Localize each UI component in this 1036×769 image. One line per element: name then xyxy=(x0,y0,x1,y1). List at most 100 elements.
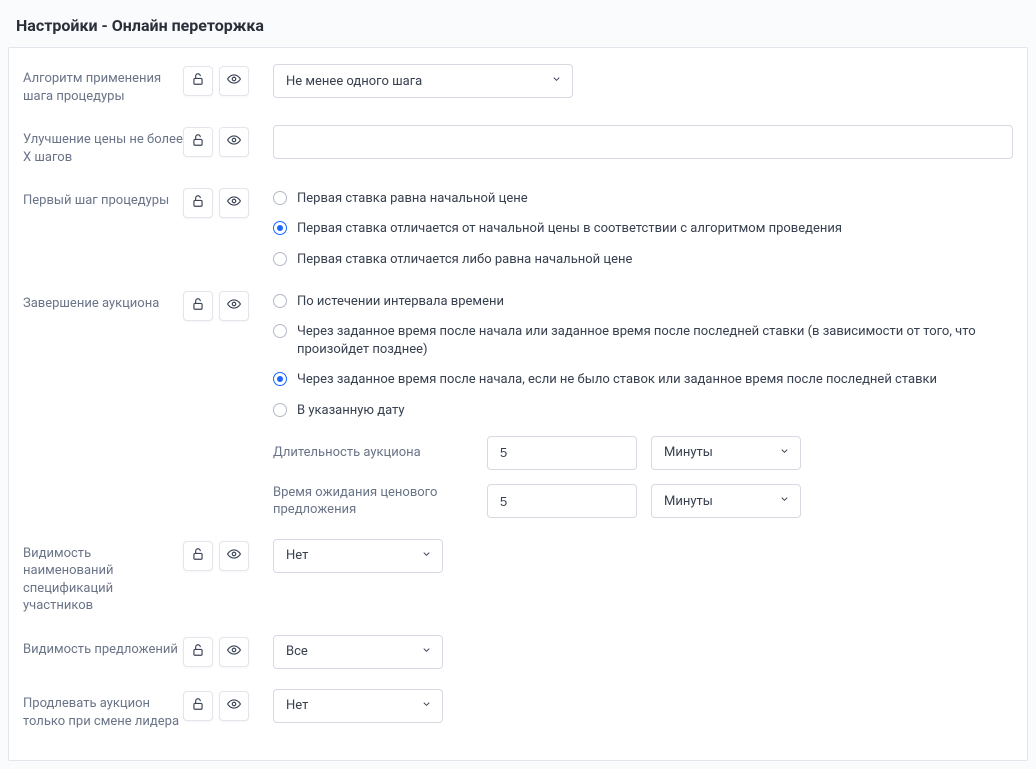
label-spec-names-visibility: Видимость наименований спецификаций учас… xyxy=(23,539,183,615)
unlock-icon xyxy=(191,547,205,565)
toggle-col xyxy=(183,186,273,218)
lock-button[interactable] xyxy=(183,541,213,571)
duration-unit-value: Минуты xyxy=(664,445,713,460)
radio-label: Первая ставка отличается от начальной це… xyxy=(297,220,842,238)
unlock-icon xyxy=(191,697,205,715)
unlock-icon xyxy=(191,643,205,661)
page-title: Настройки - Онлайн переторжка xyxy=(16,16,1028,35)
chevron-down-icon xyxy=(421,698,432,713)
radio-icon xyxy=(273,294,287,308)
content-improve-steps xyxy=(273,125,1013,159)
auction-end-sub: Длительность аукциона Минуты Время ожида… xyxy=(273,436,1013,519)
first-step-option-2[interactable]: Первая ставка отличается либо равна нача… xyxy=(273,251,1013,269)
lock-button[interactable] xyxy=(183,127,213,157)
visibility-button[interactable] xyxy=(219,188,249,218)
radio-label: По истечении интервала времени xyxy=(297,293,504,311)
visibility-button[interactable] xyxy=(219,541,249,571)
label-auction-end: Завершение аукциона xyxy=(23,289,183,313)
lock-button[interactable] xyxy=(183,66,213,96)
algorithm-select-value: Не менее одного шага xyxy=(286,74,422,89)
duration-label: Длительность аукциона xyxy=(273,444,473,462)
content-algorithm: Не менее одного шага xyxy=(273,64,1013,98)
content-auction-end: По истечении интервала времени Через зад… xyxy=(273,289,1013,519)
first-step-option-0[interactable]: Первая ставка равна начальной цене xyxy=(273,190,1013,208)
toggle-col xyxy=(183,635,273,667)
content-first-step: Первая ставка равна начальной цене Перва… xyxy=(273,186,1013,269)
algorithm-select[interactable]: Не менее одного шага xyxy=(273,64,573,98)
eye-icon xyxy=(227,547,241,565)
row-extend-on-leader: Продлевать аукцион только при смене лиде… xyxy=(23,689,1013,730)
chevron-down-icon xyxy=(779,494,790,509)
toggle-col xyxy=(183,689,273,721)
label-algorithm: Алгоритм применения шага процедуры xyxy=(23,64,183,105)
radio-label: Первая ставка равна начальной цене xyxy=(297,190,528,208)
auction-end-radio-group: По истечении интервала времени Через зад… xyxy=(273,289,1013,420)
visibility-button[interactable] xyxy=(219,637,249,667)
radio-icon xyxy=(273,403,287,417)
offers-visibility-value: Все xyxy=(286,644,308,659)
visibility-button[interactable] xyxy=(219,127,249,157)
radio-icon xyxy=(273,372,287,386)
eye-icon xyxy=(227,133,241,151)
label-improve-steps: Улучшение цены не более Х шагов xyxy=(23,125,183,166)
eye-icon xyxy=(227,697,241,715)
wait-time-unit-select[interactable]: Минуты xyxy=(651,484,801,518)
row-first-step: Первый шаг процедуры Первая ставка равна… xyxy=(23,186,1013,269)
radio-label: Через заданное время после начала, если … xyxy=(297,371,937,389)
spec-names-visibility-value: Нет xyxy=(286,548,308,563)
content-offers-visibility: Все xyxy=(273,635,1013,669)
chevron-down-icon xyxy=(779,445,790,460)
offers-visibility-select[interactable]: Все xyxy=(273,635,443,669)
extend-on-leader-value: Нет xyxy=(286,698,308,713)
duration-input[interactable] xyxy=(487,436,637,470)
eye-icon xyxy=(227,297,241,315)
row-offers-visibility: Видимость предложений Все xyxy=(23,635,1013,669)
radio-icon xyxy=(273,252,287,266)
content-extend-on-leader: Нет xyxy=(273,689,1013,723)
auction-end-option-0[interactable]: По истечении интервала времени xyxy=(273,293,1013,311)
eye-icon xyxy=(227,72,241,90)
toggle-col xyxy=(183,64,273,96)
visibility-button[interactable] xyxy=(219,291,249,321)
toggle-col xyxy=(183,539,273,571)
label-offers-visibility: Видимость предложений xyxy=(23,635,183,659)
unlock-icon xyxy=(191,297,205,315)
eye-icon xyxy=(227,643,241,661)
auction-end-option-2[interactable]: Через заданное время после начала, если … xyxy=(273,371,1013,389)
chevron-down-icon xyxy=(551,74,562,89)
duration-row: Длительность аукциона Минуты xyxy=(273,436,1013,470)
label-first-step: Первый шаг процедуры xyxy=(23,186,183,210)
wait-time-input[interactable] xyxy=(487,484,637,518)
visibility-button[interactable] xyxy=(219,66,249,96)
unlock-icon xyxy=(191,194,205,212)
content-spec-names-visibility: Нет xyxy=(273,539,1013,573)
chevron-down-icon xyxy=(421,548,432,563)
row-improve-steps: Улучшение цены не более Х шагов xyxy=(23,125,1013,166)
row-algorithm: Алгоритм применения шага процедуры Не ме… xyxy=(23,64,1013,105)
radio-icon xyxy=(273,221,287,235)
extend-on-leader-select[interactable]: Нет xyxy=(273,689,443,723)
radio-icon xyxy=(273,191,287,205)
row-auction-end: Завершение аукциона По истечении интерва… xyxy=(23,289,1013,519)
auction-end-option-3[interactable]: В указанную дату xyxy=(273,402,1013,420)
radio-label: Первая ставка отличается либо равна нача… xyxy=(297,251,632,269)
duration-unit-select[interactable]: Минуты xyxy=(651,436,801,470)
lock-button[interactable] xyxy=(183,291,213,321)
first-step-option-1[interactable]: Первая ставка отличается от начальной це… xyxy=(273,220,1013,238)
first-step-radio-group: Первая ставка равна начальной цене Перва… xyxy=(273,186,1013,269)
toggle-col xyxy=(183,125,273,157)
improve-steps-input[interactable] xyxy=(273,125,1013,159)
chevron-down-icon xyxy=(421,644,432,659)
lock-button[interactable] xyxy=(183,691,213,721)
radio-label: Через заданное время после начала или за… xyxy=(297,323,1013,359)
unlock-icon xyxy=(191,72,205,90)
label-extend-on-leader: Продлевать аукцион только при смене лиде… xyxy=(23,689,183,730)
wait-time-label: Время ожидания ценового предложения xyxy=(273,484,473,519)
row-spec-names-visibility: Видимость наименований спецификаций учас… xyxy=(23,539,1013,615)
spec-names-visibility-select[interactable]: Нет xyxy=(273,539,443,573)
auction-end-option-1[interactable]: Через заданное время после начала или за… xyxy=(273,323,1013,359)
lock-button[interactable] xyxy=(183,637,213,667)
visibility-button[interactable] xyxy=(219,691,249,721)
eye-icon xyxy=(227,194,241,212)
lock-button[interactable] xyxy=(183,188,213,218)
